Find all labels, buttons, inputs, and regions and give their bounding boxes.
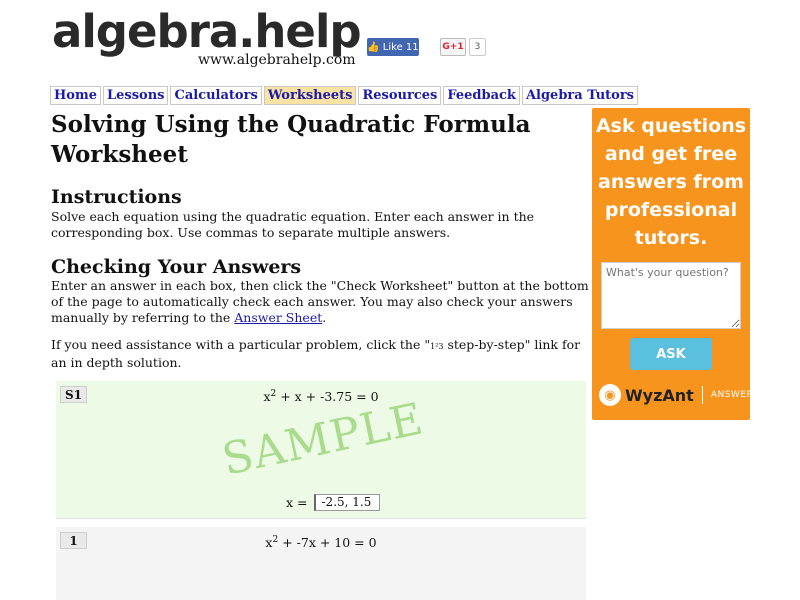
nav-worksheets[interactable]: Worksheets (263, 86, 357, 105)
answer-label: x = (286, 495, 308, 510)
main-nav: Home Lessons Calculators Worksheets Reso… (50, 86, 638, 105)
site-logo[interactable]: algebra.help (52, 6, 362, 58)
nav-calculators[interactable]: Calculators (170, 86, 262, 105)
site-url: www.algebrahelp.com (198, 52, 356, 68)
nav-algebra-tutors[interactable]: Algebra Tutors (521, 86, 638, 105)
page-title: Solving Using the Quadratic Formula Work… (51, 111, 531, 168)
nav-home[interactable]: Home (50, 86, 101, 105)
problem-equation: x2 + -7x + 10 = 0 (56, 535, 586, 550)
sample-watermark: SAMPLE (217, 393, 428, 486)
instructions-heading: Instructions (51, 186, 182, 208)
help-text-start: If you need assistance with a particular… (51, 337, 431, 352)
nav-resources[interactable]: Resources (358, 86, 442, 105)
answer-row: x = -2.5, 1.5 (286, 494, 380, 511)
step-by-step-icon: 1²3 (430, 342, 444, 351)
nav-feedback[interactable]: Feedback (443, 86, 520, 105)
help-text: If you need assistance with a particular… (51, 337, 596, 371)
checking-heading: Checking Your Answers (51, 256, 302, 278)
google-plus-button[interactable]: G+1 (440, 38, 466, 56)
answer-input[interactable]: -2.5, 1.5 (313, 494, 380, 511)
nav-lessons[interactable]: Lessons (102, 86, 169, 105)
answer-sheet-link[interactable]: Answer Sheet (234, 310, 322, 325)
problem-1: 1 x2 + -7x + 10 = 0 (56, 527, 586, 600)
ask-button[interactable]: ASK (630, 338, 712, 370)
wyzant-brand: WyzAnt (625, 385, 694, 405)
equation-var: x (263, 389, 271, 405)
wyzant-cat-icon: ◉ (599, 384, 621, 406)
thumbs-up-icon: 👍 (367, 41, 380, 53)
problem-equation: x2 + x + -3.75 = 0 (56, 389, 586, 404)
equation-rest: + x + -3.75 = 0 (276, 389, 379, 405)
google-plus-count: 3 (469, 38, 486, 56)
wyzant-answers-label: ANSWERS (710, 390, 760, 400)
tutor-ad: Ask questions and get free answers from … (592, 108, 759, 420)
sample-problem: S1 x2 + x + -3.75 = 0 SAMPLE x = -2.5, 1… (56, 381, 586, 519)
checking-text: Enter an answer in each box, then click … (51, 278, 596, 326)
instructions-text: Solve each equation using the quadratic … (51, 209, 535, 240)
wyzant-logo[interactable]: ◉ WyzAnt ANSWERS (599, 384, 759, 406)
question-input[interactable] (601, 262, 741, 329)
logo-divider (701, 386, 703, 404)
facebook-like-button[interactable]: 👍 Like 11 (367, 38, 419, 56)
checking-text-end: . (322, 310, 327, 325)
ad-headline: Ask questions and get free answers from … (595, 115, 747, 249)
equation-rest: + -7x + 10 = 0 (278, 535, 377, 551)
facebook-like-label: Like 11 (382, 41, 419, 53)
